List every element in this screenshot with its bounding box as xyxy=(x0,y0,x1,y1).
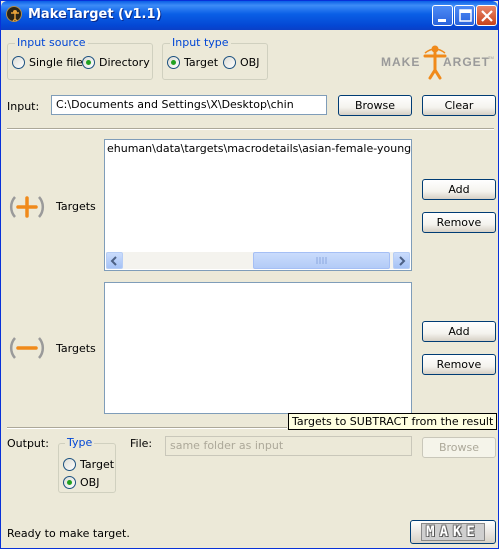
make-button-label: MAKE xyxy=(421,523,485,541)
subtract-targets-list[interactable] xyxy=(104,282,412,414)
input-type-group: Input type Target OBJ xyxy=(162,36,268,80)
radio-directory-dot[interactable] xyxy=(82,56,95,69)
radio-type-obj-dot[interactable] xyxy=(223,56,236,69)
minus-circle-icon xyxy=(9,330,45,366)
chevron-right-icon xyxy=(399,256,406,266)
chevron-left-icon xyxy=(110,256,117,266)
radio-directory-label: Directory xyxy=(99,56,150,69)
minimize-icon xyxy=(438,19,446,22)
app-icon[interactable] xyxy=(6,6,22,22)
scroll-right-button[interactable] xyxy=(393,252,410,269)
radio-output-target-dot[interactable] xyxy=(63,458,76,471)
radio-output-target-label: Target xyxy=(80,458,115,471)
add-targets-add-button[interactable]: Add xyxy=(422,179,496,200)
radio-type-obj-label: OBJ xyxy=(240,56,260,69)
radio-single-file-dot[interactable] xyxy=(12,56,25,69)
scroll-left-button[interactable] xyxy=(106,252,123,269)
plus-circle-icon xyxy=(9,189,45,225)
radio-output-target[interactable]: Target xyxy=(63,458,114,471)
logo-trademark: TM xyxy=(488,55,494,60)
grip-icon xyxy=(316,257,327,264)
maximize-icon xyxy=(459,9,472,22)
radio-output-obj-label: OBJ xyxy=(80,476,100,489)
logo-text-arget: ARGET xyxy=(443,55,490,69)
radio-type-target-label: Target xyxy=(184,56,219,69)
title-bar[interactable]: MakeTarget (v1.1) xyxy=(1,1,498,30)
horizontal-scrollbar[interactable] xyxy=(106,252,410,269)
radio-type-target-dot[interactable] xyxy=(167,56,180,69)
output-type-label: Type xyxy=(65,436,95,449)
output-file-field[interactable]: same folder as input xyxy=(165,436,412,456)
status-text: Ready to make target. xyxy=(7,527,130,540)
maketarget-logo: MAKE ARGET TM xyxy=(381,39,495,81)
input-path-field[interactable]: C:\Documents and Settings\X\Desktop\chin xyxy=(51,95,327,115)
radio-type-obj[interactable]: OBJ xyxy=(223,56,259,69)
input-label: Input: xyxy=(7,100,40,113)
list-item[interactable]: ehuman\data\targets\macrodetails\asian-f… xyxy=(107,142,411,155)
scroll-thumb[interactable] xyxy=(253,252,390,269)
close-icon xyxy=(481,10,493,22)
output-type-group: Type Target OBJ xyxy=(58,436,116,493)
close-button[interactable] xyxy=(476,5,497,26)
input-type-label: Input type xyxy=(170,36,231,49)
radio-type-target[interactable]: Target xyxy=(167,56,218,69)
radio-single-file-label: Single file xyxy=(29,56,84,69)
add-targets-list[interactable]: ehuman\data\targets\macrodetails\asian-f… xyxy=(104,139,412,271)
separator-bottom xyxy=(7,427,287,429)
input-browse-button[interactable]: Browse xyxy=(338,95,412,116)
logo-text-make: MAKE xyxy=(381,55,420,69)
maximize-button[interactable] xyxy=(454,5,475,26)
output-label: Output: xyxy=(7,437,49,450)
output-browse-button[interactable]: Browse xyxy=(422,437,496,458)
file-label: File: xyxy=(130,437,153,450)
tooltip: Targets to SUBTRACT from the result xyxy=(288,413,498,430)
input-source-group: Input source Single file Directory xyxy=(7,36,153,80)
make-button[interactable]: MAKE xyxy=(410,520,496,544)
radio-single-file[interactable]: Single file xyxy=(12,56,83,69)
input-source-label: Input source xyxy=(15,36,88,49)
separator-top xyxy=(7,128,494,130)
minimize-button[interactable] xyxy=(432,5,453,26)
subtract-targets-add-button[interactable]: Add xyxy=(422,321,496,342)
subtract-targets-remove-button[interactable]: Remove xyxy=(422,354,496,375)
main-window: MakeTarget (v1.1) Input source Single fi… xyxy=(0,0,499,549)
add-targets-label: Targets xyxy=(56,200,96,213)
window-title: MakeTarget (v1.1) xyxy=(28,7,162,22)
radio-output-obj[interactable]: OBJ xyxy=(63,476,99,489)
subtract-targets-label: Targets xyxy=(56,342,96,355)
add-targets-remove-button[interactable]: Remove xyxy=(422,212,496,233)
input-clear-button[interactable]: Clear xyxy=(422,95,496,116)
radio-output-obj-dot[interactable] xyxy=(63,476,76,489)
radio-directory[interactable]: Directory xyxy=(82,56,150,69)
